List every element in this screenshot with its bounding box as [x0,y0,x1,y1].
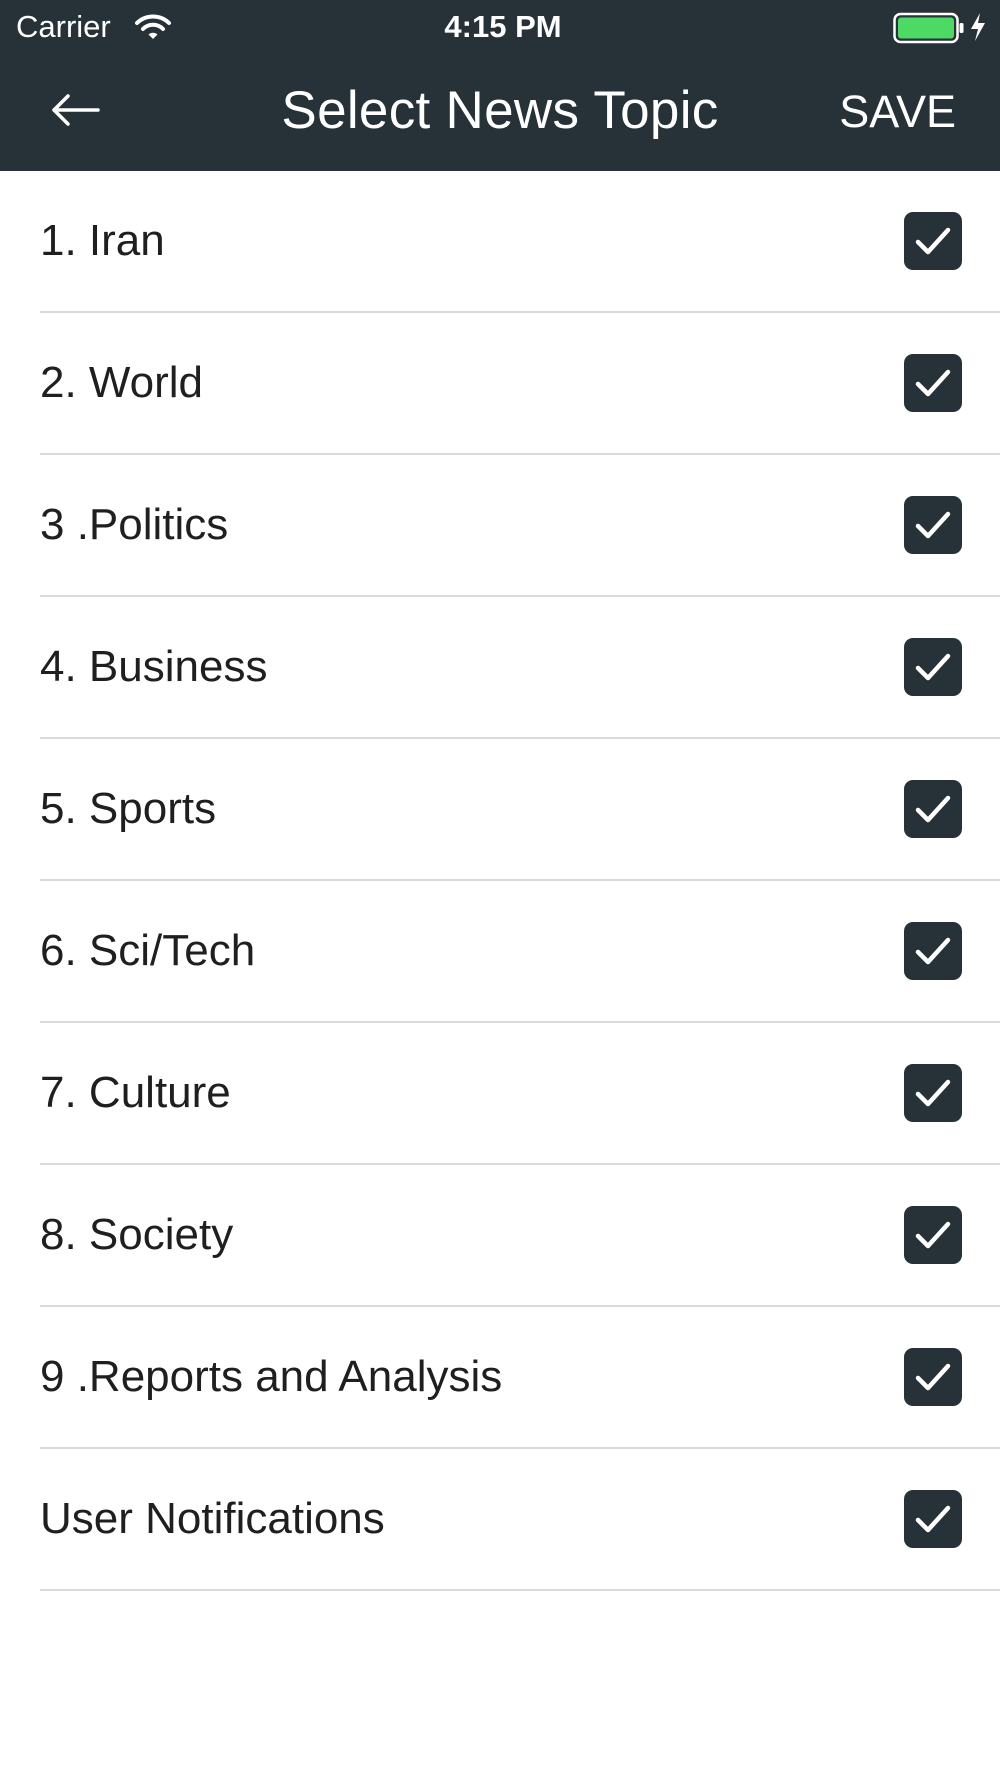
list-item[interactable]: 1. Iran [40,171,1000,313]
list-item[interactable]: 6. Sci/Tech [40,881,1000,1023]
topic-label: 1. Iran [40,216,165,265]
app-bar: Carrier 4:15 PM Select News Topic SAVE [0,0,1000,171]
checkmark-icon [915,653,951,681]
charging-bolt-icon [969,12,987,42]
list-item[interactable]: User Notifications [40,1449,1000,1591]
topic-label: 9 .Reports and Analysis [40,1352,503,1401]
checkmark-icon [915,1221,951,1249]
topic-checkbox[interactable] [904,1490,962,1548]
list-item[interactable]: 2. World [40,313,1000,455]
battery-icon [893,12,965,44]
topic-checkbox[interactable] [904,496,962,554]
status-bar: Carrier 4:15 PM [0,0,1000,54]
list-item[interactable]: 5. Sports [40,739,1000,881]
topic-checkbox[interactable] [904,780,962,838]
status-time: 4:15 PM [444,9,562,44]
checkmark-icon [915,1079,951,1107]
topic-checkbox[interactable] [904,212,962,270]
topic-checkbox[interactable] [904,354,962,412]
topic-label: 6. Sci/Tech [40,926,256,975]
checkmark-icon [915,937,951,965]
topic-label: 3 .Politics [40,500,229,549]
topic-checkbox[interactable] [904,922,962,980]
screen: Carrier 4:15 PM Select News Topic SAVE 1… [0,0,1000,1778]
topic-label: 7. Culture [40,1068,231,1117]
topic-label: 5. Sports [40,784,217,833]
checkmark-icon [915,511,951,539]
list-item[interactable]: 4. Business [40,597,1000,739]
list-item[interactable]: 7. Culture [40,1023,1000,1165]
list-item[interactable]: 8. Society [40,1165,1000,1307]
topic-checkbox[interactable] [904,1206,962,1264]
checkmark-icon [915,795,951,823]
checkmark-icon [915,369,951,397]
list-item[interactable]: 9 .Reports and Analysis [40,1307,1000,1449]
topic-label: User Notifications [40,1494,385,1543]
checkmark-icon [915,1505,951,1533]
checkmark-icon [915,1363,951,1391]
list-item[interactable]: 3 .Politics [40,455,1000,597]
topic-list: 1. Iran 2. World 3 .Politics 4. Business… [0,171,1000,1591]
checkmark-icon [915,227,951,255]
topic-checkbox[interactable] [904,1064,962,1122]
save-button[interactable]: SAVE [839,84,956,140]
topic-label: 4. Business [40,642,268,691]
topic-label: 2. World [40,358,204,407]
topic-checkbox[interactable] [904,638,962,696]
topic-checkbox[interactable] [904,1348,962,1406]
topic-label: 8. Society [40,1210,234,1259]
